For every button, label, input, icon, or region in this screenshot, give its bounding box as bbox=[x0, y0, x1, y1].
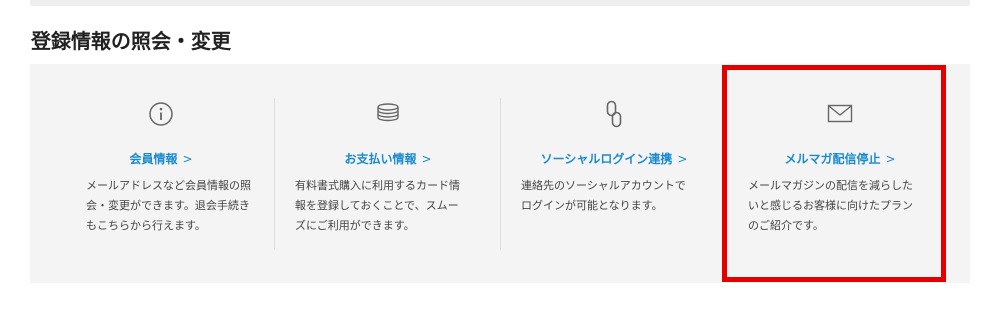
info-icon bbox=[48, 100, 274, 128]
coins-stack-icon bbox=[275, 100, 501, 128]
social-login-link[interactable]: ソーシャルログイン連携 > bbox=[501, 150, 727, 167]
card-newsletter-unsubscribe[interactable]: メルマガ配信停止 > メールマガジンの配信を減らした いと感じるお客様に向けたプラ… bbox=[727, 64, 953, 283]
description-line: 会・変更ができます。退会手続き bbox=[86, 199, 250, 212]
payment-info-description: 有料書式購入に利用するカード情 報を登録しておくことで、スムー ズにご利用ができ… bbox=[295, 176, 475, 236]
chevron-right-icon: > bbox=[421, 152, 432, 166]
card-payment-info[interactable]: お支払い情報 > 有料書式購入に利用するカード情 報を登録しておくことで、スムー … bbox=[275, 64, 501, 283]
description-line: ログインが可能となります。 bbox=[521, 199, 663, 212]
payment-info-link[interactable]: お支払い情報 > bbox=[275, 150, 501, 167]
description-line: もこちらから行えます。 bbox=[86, 219, 206, 232]
social-login-label: ソーシャルログイン連携 bbox=[540, 152, 673, 166]
top-band bbox=[30, 0, 970, 6]
chevron-right-icon: > bbox=[885, 152, 896, 166]
social-login-description: 連絡先のソーシャルアカウントで ログインが可能となります。 bbox=[521, 176, 701, 216]
description-line: メールマガジンの配信を減らした bbox=[748, 179, 913, 192]
member-info-description: メールアドレスなど会員情報の照 会・変更ができます。退会手続き もこちらから行え… bbox=[86, 176, 266, 236]
section-title: 登録情報の照会・変更 bbox=[31, 29, 231, 53]
card-member-info[interactable]: 会員情報 > メールアドレスなど会員情報の照 会・変更ができます。退会手続き もこ… bbox=[48, 64, 274, 283]
description-line: のご紹介です。 bbox=[748, 219, 824, 232]
member-info-link[interactable]: 会員情報 > bbox=[48, 150, 274, 167]
link-icon bbox=[501, 100, 727, 128]
description-line: 報を登録しておくことで、スムー bbox=[295, 199, 459, 212]
member-info-label: 会員情報 bbox=[129, 152, 178, 166]
envelope-icon bbox=[727, 100, 953, 128]
card-social-login[interactable]: ソーシャルログイン連携 > 連絡先のソーシャルアカウントで ログインが可能となりま… bbox=[501, 64, 727, 283]
description-line: 連絡先のソーシャルアカウントで bbox=[521, 179, 686, 192]
description-line: いと感じるお客様に向けたプラン bbox=[748, 199, 913, 212]
chevron-right-icon: > bbox=[182, 152, 193, 166]
newsletter-unsubscribe-label: メルマガ配信停止 bbox=[784, 152, 881, 166]
description-line: ズにご利用ができます。 bbox=[295, 219, 415, 232]
newsletter-unsubscribe-description: メールマガジンの配信を減らした いと感じるお客様に向けたプラン のご紹介です。 bbox=[748, 176, 928, 236]
registration-panel: 会員情報 > メールアドレスなど会員情報の照 会・変更ができます。退会手続き もこ… bbox=[30, 64, 970, 283]
description-line: メールアドレスなど会員情報の照 bbox=[86, 179, 251, 192]
description-line: 有料書式購入に利用するカード情 bbox=[295, 179, 460, 192]
chevron-right-icon: > bbox=[677, 152, 688, 166]
payment-info-label: お支払い情報 bbox=[344, 152, 417, 166]
newsletter-unsubscribe-link[interactable]: メルマガ配信停止 > bbox=[727, 150, 953, 167]
